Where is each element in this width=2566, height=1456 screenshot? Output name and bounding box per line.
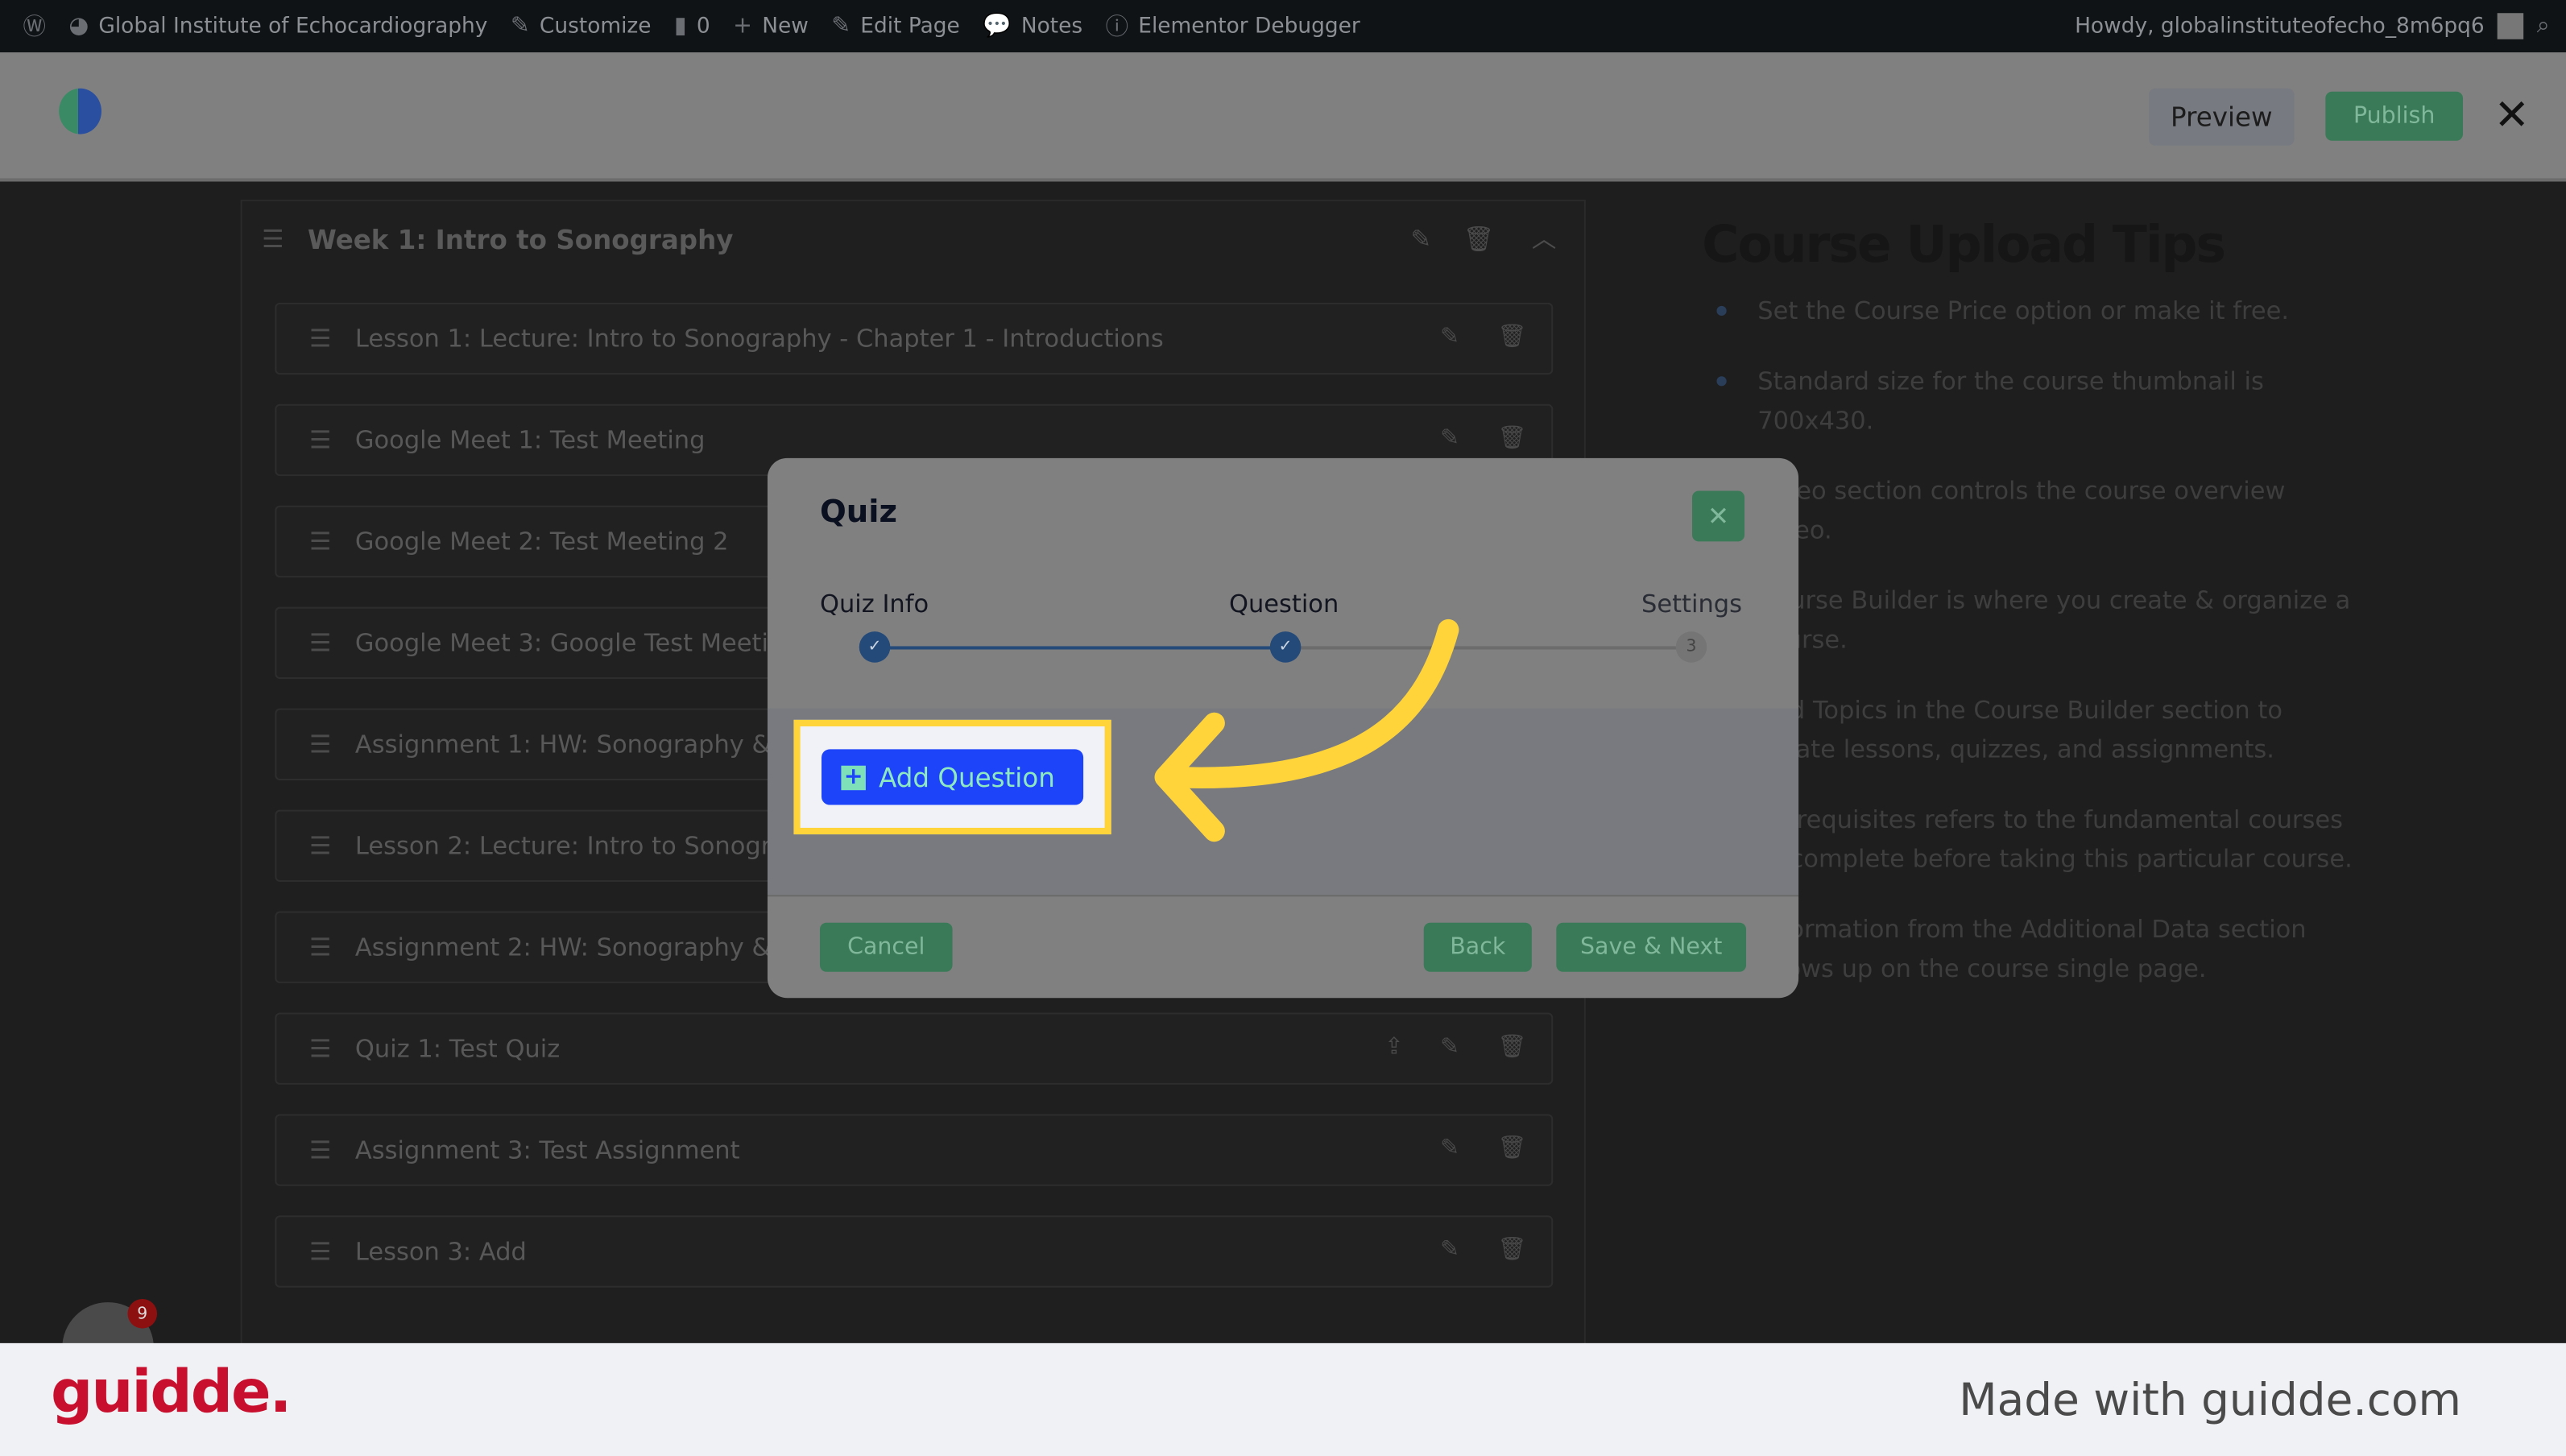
notification-badge: 9 (127, 1299, 158, 1329)
guidde-logo: guidde. (50, 1359, 292, 1427)
pointer-arrow-icon (1154, 618, 1459, 842)
guidde-footer: guidde. Made with guidde.com (0, 1342, 2566, 1456)
made-with-text: Made with guidde.com (1959, 1375, 2461, 1427)
screen: Ⓦ ◕ Global Institute of Echocardiography … (0, 0, 2566, 1456)
